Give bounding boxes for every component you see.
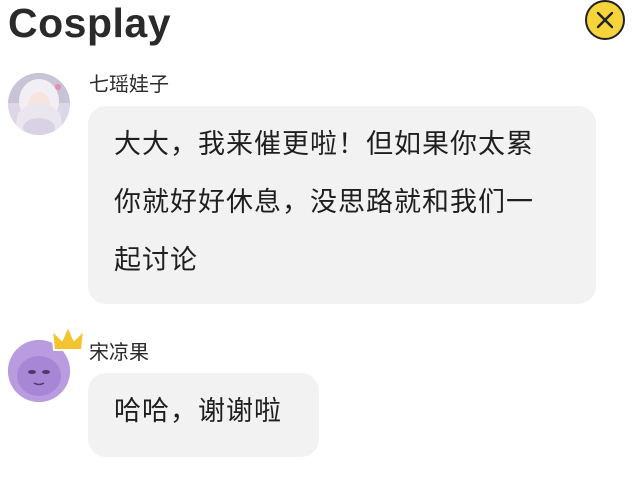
avatar[interactable] [8, 73, 70, 135]
username: 七瑶娃子 [89, 72, 169, 96]
message-line: 起讨论 [114, 245, 198, 276]
page-title: Cosplay [8, 0, 171, 46]
close-button[interactable] [585, 0, 625, 40]
message-line: 哈哈，谢谢啦 [114, 396, 282, 427]
close-icon [596, 11, 614, 29]
message-bubble: 哈哈，谢谢啦 [88, 373, 319, 457]
username: 宋凉果 [89, 340, 149, 364]
crown-icon [51, 325, 85, 351]
message-line: 你就好好休息，没思路就和我们一 [114, 187, 534, 218]
message-bubble: 大大，我来催更啦！但如果你太累 你就好好休息，没思路就和我们一 起讨论 [88, 106, 596, 304]
message-line: 大大，我来催更啦！但如果你太累 [114, 129, 534, 160]
